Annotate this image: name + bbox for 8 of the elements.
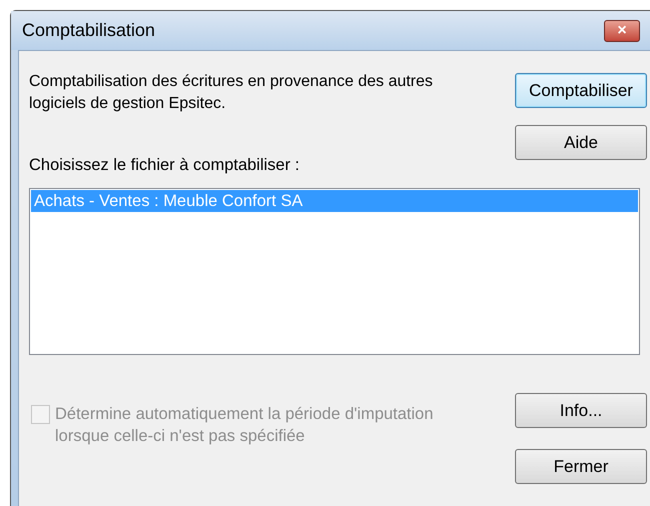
dialog-button[interactable]: Fermer <box>515 448 647 484</box>
dialog-button[interactable]: Aide <box>515 125 647 160</box>
dialog-button[interactable]: Comptabiliser <box>515 73 647 108</box>
window-title: Comptabilisation <box>22 19 156 42</box>
dialog-button[interactable]: Info... <box>515 392 647 428</box>
description-text: Comptabilisation des écritures en provenance des autres logiciels de gestion Epsitec. <box>29 72 434 114</box>
file-label: Choisissez le fichier à comptabiliser : <box>29 155 301 176</box>
checkbox-label: Détermine automatiquement la période d'imputation lorsque celle-ci n'est pas spécifiée <box>55 404 434 447</box>
